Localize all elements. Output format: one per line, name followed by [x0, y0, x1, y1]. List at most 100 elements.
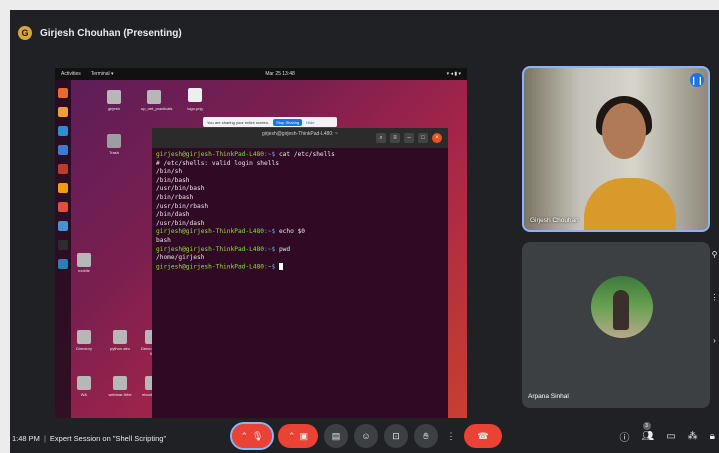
terminal-line: bash: [156, 237, 444, 246]
minimize-icon: –: [404, 133, 414, 143]
lock-icon[interactable]: 🔒︎: [710, 431, 715, 442]
participant-tile[interactable]: Arpana Sinhal: [522, 242, 710, 408]
info-icon[interactable]: ⓘ: [620, 429, 630, 444]
desktop-icon-label: mobile: [78, 268, 90, 273]
desktop-icon-label: logo.png: [187, 106, 203, 111]
captions-icon: ▤: [331, 430, 341, 441]
mic-toggle-button[interactable]: ⌃ 🎙︎: [230, 422, 274, 450]
terminal-text: /usr/bin/bash: [156, 185, 205, 193]
terminal-line: girjesh@girjesh-ThinkPad-L480:~$ pwd: [156, 246, 444, 255]
end-call-button[interactable]: ☎︎: [464, 424, 502, 448]
terminal-titlebar: girjesh@girjesh-ThinkPad-L480: ~ ⌕ ≡ – □…: [152, 128, 448, 148]
folder-icon: [113, 330, 127, 344]
side-icons: ⚲ ⋮ ›: [710, 250, 719, 345]
app-icon: [58, 164, 68, 174]
hide-banner-button[interactable]: Hide: [306, 120, 314, 125]
activities-icon[interactable]: ⁂: [688, 431, 698, 442]
terminal-app-menu: Terminal ▾: [90, 71, 114, 77]
people-count-badge: 3: [642, 422, 651, 430]
ubuntu-dock: [55, 80, 71, 418]
folder-icon: [147, 90, 161, 104]
present-button[interactable]: ⊡: [384, 424, 408, 448]
captions-button[interactable]: ▤: [324, 424, 348, 448]
terminal-line: /usr/bin/bash: [156, 185, 444, 194]
more-icon[interactable]: ⋮: [711, 293, 719, 302]
app-icon: [58, 202, 68, 212]
files-icon: [58, 107, 68, 117]
terminal-line: /usr/bin/rbash: [156, 203, 444, 212]
people-icon: 👥︎: [641, 431, 655, 442]
screen-share-banner: You are sharing your entire screen. Stop…: [203, 117, 337, 127]
chrome-icon: [58, 126, 68, 136]
hand-icon: ✋︎: [423, 430, 429, 441]
folder-icon: [77, 330, 91, 344]
desktop-icon-label: Trash: [108, 150, 120, 155]
prompt-path: :~$: [264, 263, 276, 271]
prompt-path: :~$: [264, 151, 276, 158]
terminal-text: cat /etc/shells: [275, 151, 335, 158]
terminal-line: /usr/bin/dash: [156, 220, 444, 229]
folder-icon: [77, 253, 91, 267]
emoji-button[interactable]: ☺: [354, 424, 378, 448]
app-icon: [58, 145, 68, 155]
shared-screen: Activities Terminal ▾ Mar 25 13:48 ▾ ◂ ▮…: [55, 68, 467, 418]
terminal-text: /home/girjesh: [156, 254, 205, 262]
meeting-time: 1:48 PM: [12, 433, 40, 443]
chevron-up-icon: ⌃: [287, 430, 296, 441]
prompt-user: girjesh@girjesh-ThinkPad-L480: [156, 151, 265, 158]
folder-icon: [77, 376, 91, 390]
emoji-icon: ☺: [361, 431, 371, 441]
camera-off-icon: ▣: [299, 430, 309, 441]
terminal-text: # /etc/shells: valid login shells: [156, 159, 279, 167]
terminal-text: echo $0: [275, 228, 306, 236]
folder-icon: [107, 90, 121, 104]
presenter-label: Girjesh Chouhan (Presenting): [40, 27, 182, 39]
participant-tile-speaking[interactable]: ❙❙ Girjesh Chouhan: [522, 66, 710, 232]
share-banner-text: You are sharing your entire screen.: [207, 119, 270, 125]
more-options-button[interactable]: ⋮: [444, 424, 458, 448]
terminal-text: /usr/bin/rbash: [156, 202, 209, 210]
meeting-controls-bar: 1:48 PM | Expert Session on "Shell Scripti…: [10, 422, 719, 453]
chat-icon[interactable]: ▭: [666, 431, 675, 442]
desktop-icon-label: girjesh: [108, 106, 120, 111]
desktop-icon-label: webinar-ltrhe: [108, 392, 132, 397]
terminal-text: pwd: [275, 245, 291, 253]
terminal-window[interactable]: girjesh@girjesh-ThinkPad-L480: ~ ⌕ ≡ – □…: [152, 128, 448, 418]
people-button[interactable]: 3 👥︎: [641, 422, 655, 442]
chevron-up-icon: ⌃: [240, 430, 249, 441]
terminal-text: /usr/bin/dash: [156, 219, 205, 227]
participant-name: Arpana Sinhal: [528, 393, 569, 400]
center-controls: ⌃ 🎙︎ ⌃ ▣ ▤ ☺ ⊡ ✋︎ ⋮ ☎︎: [230, 422, 502, 450]
pin-icon[interactable]: ⚲: [712, 250, 718, 259]
speaking-indicator-icon: ❙❙: [690, 73, 704, 87]
terminal-title: girjesh@girjesh-ThinkPad-L480: ~: [262, 131, 338, 137]
terminal-text: /bin/bash: [156, 176, 190, 184]
terminal-line: /bin/rbash: [156, 194, 444, 203]
prompt-user: girjesh@girjesh-ThinkPad-L480: [156, 245, 265, 253]
terminal-line: /bin/bash: [156, 177, 444, 186]
camera-toggle-button[interactable]: ⌃ ▣: [278, 424, 318, 448]
chevron-icon[interactable]: ›: [713, 336, 716, 345]
raise-hand-button[interactable]: ✋︎: [414, 424, 438, 448]
folder-icon: [113, 376, 127, 390]
trash-icon: [107, 134, 121, 148]
terminal-cursor: [278, 262, 283, 270]
terminal-output: girjesh@girjesh-ThinkPad-L480:~$ cat /et…: [152, 148, 448, 275]
stop-sharing-button[interactable]: Stop Sharing: [273, 118, 303, 126]
present-icon: ⊡: [392, 430, 400, 441]
prompt-path: :~$: [264, 245, 276, 253]
menu-icon: ≡: [390, 133, 400, 143]
terminal-text: /bin/dash: [156, 211, 190, 219]
terminal-text: /bin/sh: [156, 168, 183, 176]
right-controls: ⓘ 3 👥︎ ▭ ⁂ 🔒︎: [620, 422, 715, 444]
terminal-line: /bin/dash: [156, 211, 444, 220]
activities-button: Activities: [61, 71, 81, 77]
app-icon: [58, 183, 68, 193]
mic-off-icon: 🎙︎: [252, 430, 264, 441]
presenter-avatar: G: [18, 26, 32, 40]
terminal-line: /bin/sh: [156, 168, 444, 177]
terminal-line: /home/girjesh: [156, 254, 444, 263]
prompt-user: girjesh@girjesh-ThinkPad-L480: [156, 228, 265, 236]
ubuntu-topbar: Activities Terminal ▾ Mar 25 13:48 ▾ ◂ ▮…: [55, 68, 467, 80]
prompt-user: girjesh@girjesh-ThinkPad-L480: [156, 263, 265, 271]
